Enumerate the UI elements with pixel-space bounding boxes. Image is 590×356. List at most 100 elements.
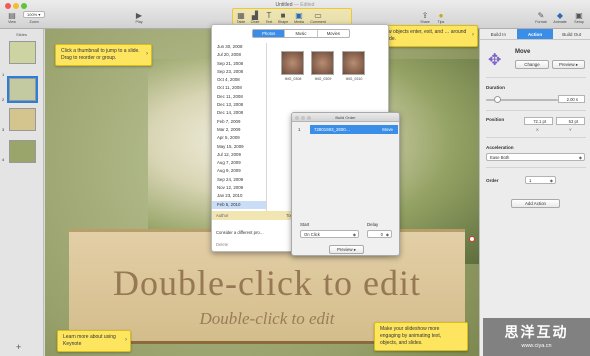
minimize-icon[interactable] (301, 115, 305, 120)
chevron-down-icon: ◆ (352, 232, 356, 237)
acceleration-label: Acceleration (486, 145, 514, 150)
date-item[interactable]: May 15, 2009 (212, 143, 266, 151)
date-item[interactable]: Sep 24, 2009 (212, 176, 266, 184)
selection-handle[interactable] (469, 236, 475, 242)
chart-icon: ▟ (251, 11, 259, 20)
inspector-tabs: Build In Action Build Out (480, 29, 590, 40)
tip-arrow-icon: › (146, 51, 148, 57)
date-item[interactable]: Jul 12, 2009 (212, 151, 266, 159)
move-effect-icon: ✥ (488, 52, 502, 69)
date-item[interactable]: Aug 7, 2009 (212, 159, 266, 167)
toolbar-media-button[interactable]: ▣ Media (292, 11, 306, 24)
photo-caption: IMG_0308 (284, 77, 302, 81)
tab-music[interactable]: Music (285, 30, 318, 37)
watermark-url: www.ciya.cn (521, 343, 552, 349)
album-date-list: Jun 30, 2008 Jul 20, 2008 Sep 21, 2008 S… (212, 43, 267, 219)
zoom-window-icon[interactable] (307, 115, 311, 120)
date-item[interactable]: Dec 11, 2008 (212, 93, 266, 101)
toolbar-chart-button[interactable]: ▟ Chart (248, 11, 262, 24)
preview-effect-button[interactable]: Preview ▸ (552, 60, 585, 69)
tab-action[interactable]: Action (516, 29, 554, 39)
toolbar-zoom-label: Zoom (29, 20, 39, 24)
build-preview-button[interactable]: Preview ▸ (329, 245, 364, 254)
build-order-row[interactable]: 1 72801593_2800… Move (292, 125, 399, 134)
build-order-titlebar: Build Order (292, 113, 399, 122)
date-item[interactable]: Feb 7, 2009 (212, 118, 266, 126)
toolbar-comment-button[interactable]: ▭ Comment (308, 11, 328, 24)
stepper-icon: ◆ (385, 232, 389, 237)
date-item[interactable]: Dec 13, 2008 (212, 101, 266, 109)
duration-label: Duration (486, 85, 505, 90)
date-item[interactable]: Apr 5, 2009 (212, 134, 266, 142)
slide-thumbnail-1[interactable] (9, 41, 36, 64)
toolbar-view-button[interactable]: ▤ View (4, 11, 20, 24)
tip-thumbnail[interactable]: Click a thumbnail to jump to a slide. Dr… (55, 44, 152, 66)
slide-thumbnail-2[interactable] (7, 76, 38, 103)
slide-title[interactable]: Double-click to edit (69, 262, 465, 304)
slide-thumbnail-4[interactable] (9, 140, 36, 163)
add-slide-button[interactable]: + (16, 342, 21, 352)
slide-thumbnail-3[interactable] (9, 108, 36, 131)
toolbar-shape-button[interactable]: ■ Shape (276, 11, 290, 24)
divider (486, 137, 586, 138)
date-item[interactable]: Sep 21, 2008 (212, 60, 266, 68)
tab-build-in[interactable]: Build In (480, 29, 517, 39)
date-item[interactable]: Jun 30, 2008 (212, 43, 266, 51)
duration-slider-knob[interactable] (494, 96, 501, 103)
share-icon: ⇪ (421, 11, 429, 20)
tip-arrow-icon: › (125, 337, 127, 343)
toolbar-format-button[interactable]: ✎ Format (534, 11, 548, 24)
add-action-button[interactable]: Add Action (511, 199, 560, 208)
delay-field[interactable]: 0 ◆ (367, 230, 392, 238)
photo-thumbnail[interactable] (342, 51, 365, 75)
date-item[interactable]: Sep 23, 2008 (212, 68, 266, 76)
toolbar-text-button[interactable]: T Text (262, 11, 276, 24)
keynote-window: Untitled — Edited ▤ View 100% ▾ Zoom ▶ P… (0, 0, 590, 356)
toolbar-animate-button[interactable]: ◆ Animate (551, 11, 569, 24)
effect-name: Move (515, 49, 531, 55)
photo-thumbnail[interactable] (311, 51, 334, 75)
view-icon: ▤ (8, 11, 16, 20)
date-item[interactable]: Jul 20, 2008 (212, 51, 266, 59)
tip-engage[interactable]: Make your slideshow more engaging by ani… (374, 322, 468, 351)
navigator-title: Slides (16, 32, 27, 37)
consider-link[interactable]: Consider a different pro… (216, 230, 264, 235)
build-order-window: Build Order 1 72801593_2800… Move Start D… (291, 112, 400, 256)
delete-link[interactable]: Delete (216, 242, 228, 247)
media-type-segmented-control: Photos Music Movies (252, 29, 350, 38)
duration-field[interactable]: 2.00 s (558, 95, 585, 103)
slide-number: 4 (2, 157, 5, 162)
acceleration-select[interactable]: Ease Both ◆ (486, 153, 585, 161)
build-order-row-selected[interactable]: 72801593_2800… Move (310, 125, 398, 134)
tab-photos[interactable]: Photos (253, 30, 286, 37)
start-select[interactable]: On Click ◆ (300, 230, 359, 238)
slide-number: 3 (2, 127, 5, 132)
toolbar-share-button[interactable]: ⇪ Share (418, 11, 432, 24)
date-item[interactable]: Jan 23, 2010 (212, 192, 266, 200)
date-item-selected[interactable]: Feb 5, 2010 (212, 200, 266, 209)
chevron-down-icon: ◆ (578, 155, 582, 160)
toolbar-table-button[interactable]: ▦ Table (234, 11, 248, 24)
close-icon[interactable] (295, 115, 299, 120)
slide-number: 1 (2, 72, 5, 77)
date-item[interactable]: Dec 14, 2008 (212, 109, 266, 117)
photo-caption: IMG_0309 (314, 77, 332, 81)
date-item[interactable]: Mar 2, 2009 (212, 126, 266, 134)
position-x-field[interactable]: 72.1 pt (524, 117, 553, 125)
toolbar-play-button[interactable]: ▶ Play (131, 11, 147, 24)
photo-thumbnail[interactable] (281, 51, 304, 75)
tip-learn-more[interactable]: Learn more about using Keynote › (57, 330, 131, 352)
date-item[interactable]: Oct 11, 2008 (212, 84, 266, 92)
date-item[interactable]: Aug 9, 2009 (212, 167, 266, 175)
divider (486, 110, 586, 111)
date-item[interactable]: Nov 12, 2009 (212, 184, 266, 192)
change-effect-button[interactable]: Change (515, 60, 549, 69)
zoom-select[interactable]: 100% ▾ (23, 11, 45, 18)
tab-movies[interactable]: Movies (318, 30, 349, 37)
date-item[interactable]: Oct 4, 2008 (212, 76, 266, 84)
order-select[interactable]: 1 ◆ (525, 176, 556, 184)
toolbar-tips-button[interactable]: ● Tips (434, 11, 448, 24)
tab-build-out[interactable]: Build Out (553, 29, 590, 39)
position-y-field[interactable]: 53 pt (556, 117, 585, 125)
toolbar-setup-button[interactable]: ▣ Setup (571, 11, 587, 24)
